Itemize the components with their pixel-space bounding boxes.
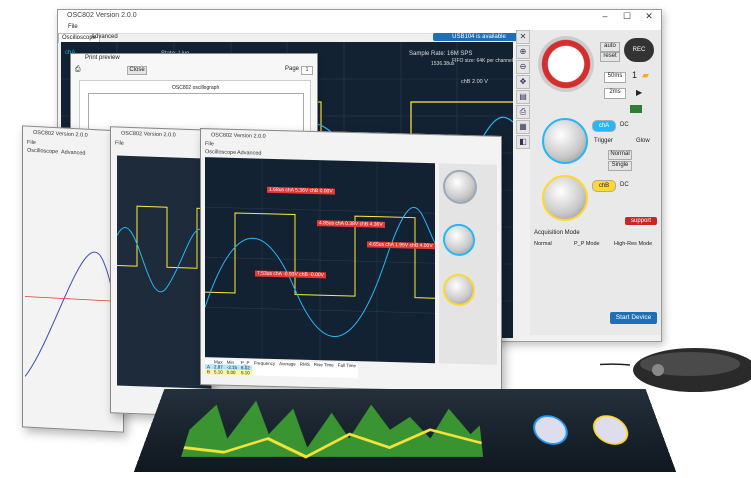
- window-title: OSC802 Version 2.0.0: [211, 132, 266, 140]
- timebase-knob[interactable]: [538, 36, 594, 92]
- acq-pp-radio[interactable]: P_P Mode: [574, 241, 600, 247]
- small1-plot: [25, 251, 121, 377]
- reset-button[interactable]: reset: [600, 52, 620, 62]
- window-maximize-icon[interactable]: ☐: [616, 10, 638, 23]
- menu-file[interactable]: File: [68, 24, 78, 30]
- chb-button[interactable]: chB: [592, 180, 616, 192]
- glow-checkbox[interactable]: Glow: [636, 138, 650, 144]
- meas-header: Rise Time: [313, 362, 334, 368]
- cha-button[interactable]: chA: [592, 120, 616, 132]
- menu-file[interactable]: File: [27, 140, 36, 146]
- fifo-text: FIFO size: 64K per channel: [452, 58, 513, 64]
- small2-scope: [116, 155, 212, 389]
- measurement-table: Max Min P_P Frequency Average RMS Rise T…: [205, 359, 359, 379]
- play-icon[interactable]: ▶: [636, 88, 642, 97]
- tab-advanced[interactable]: Advanced: [61, 149, 85, 156]
- meas-header: Fall Time: [337, 362, 357, 369]
- open-folder-icon[interactable]: ▰: [642, 70, 649, 81]
- rec-button[interactable]: REC: [624, 38, 654, 62]
- meas-header: Frequency: [253, 360, 276, 367]
- window-title: OSC802 Version 2.0.0: [33, 129, 88, 139]
- front-cha-knob[interactable]: [443, 223, 475, 257]
- window-title: OSC802 Version 2.0.0: [121, 130, 176, 139]
- sample-rate-text: Sample Rate: 16M SPS: [409, 51, 473, 57]
- zoom-in-icon[interactable]: ⊕: [516, 45, 530, 59]
- print-icon[interactable]: ⎙: [75, 66, 81, 74]
- vertical-toolbar: ✕ ⊕ ⊖ ✥ ▤ ⎙ ▦ ◧: [516, 30, 530, 180]
- tab-oscilloscope[interactable]: Oscilloscope: [27, 148, 58, 156]
- page-label: Page: [285, 66, 300, 72]
- tab-advanced[interactable]: Advanced: [237, 150, 261, 157]
- counter-value: 1: [632, 70, 638, 80]
- meas-header: Average: [279, 361, 296, 367]
- chb-marker: chB 2.00 V: [461, 79, 488, 85]
- acq-highres-radio[interactable]: High-Res Mode: [614, 241, 652, 247]
- front-control-panel: [439, 163, 497, 365]
- meas-cell: B: [207, 369, 211, 375]
- window-minimize-icon[interactable]: –: [594, 10, 616, 23]
- acquisition-mode-title: Acquisition Mode: [534, 230, 580, 236]
- front-chb-knob[interactable]: [443, 273, 475, 307]
- status-indicator: [630, 105, 642, 113]
- chb-volts-knob[interactable]: [542, 175, 588, 221]
- pan-icon[interactable]: ✥: [516, 75, 530, 89]
- dc-b-label[interactable]: DC: [620, 182, 629, 188]
- menu-file[interactable]: File: [115, 140, 124, 146]
- menu-file[interactable]: File: [205, 141, 214, 147]
- auto-button[interactable]: auto: [600, 42, 620, 52]
- timebase-select[interactable]: 50ms: [604, 72, 626, 83]
- zoom-in-icon[interactable]: ✕: [516, 30, 530, 44]
- usb-status-badge: USB104 is available: [433, 33, 525, 41]
- page-input[interactable]: 1: [301, 66, 313, 75]
- front-scope[interactable]: 1.68us chA 5.36V chB 0.00V 4.85us chA 0.…: [204, 157, 436, 364]
- preview-chart-title: OSC802 oscillograph: [172, 85, 220, 91]
- window-front: OSC802 Version 2.0.0 File Oscilloscope A…: [200, 128, 502, 393]
- tilted-screen-waveform: [134, 400, 677, 472]
- start-device-button[interactable]: Start Device: [610, 312, 657, 324]
- window-small-1: OSC802 Version 2.0.0 File Oscilloscope A…: [22, 125, 124, 433]
- zoom-out-icon[interactable]: ⊖: [516, 60, 530, 74]
- print-preview-title: Print preview: [85, 55, 120, 61]
- mouse-icon: [600, 348, 751, 392]
- print-icon[interactable]: ⎙: [516, 105, 530, 119]
- time-marker: 1536.38us: [431, 61, 455, 67]
- window-close-icon[interactable]: ✕: [638, 10, 660, 23]
- control-panel: auto reset REC 50ms 2ms 1 ▰ ▶ chA DC Tri…: [530, 30, 661, 335]
- image-icon[interactable]: ◧: [516, 135, 530, 149]
- front-timebase-knob[interactable]: [443, 169, 477, 205]
- trigger-checkbox[interactable]: Trigger: [594, 138, 613, 144]
- single-button[interactable]: Single: [608, 161, 632, 171]
- meas-cell: 5.10: [241, 370, 250, 376]
- cha-volts-knob[interactable]: [542, 118, 588, 164]
- dc-a-label[interactable]: DC: [620, 122, 629, 128]
- tilted-screen: [133, 388, 677, 473]
- meas-cell: 5.10: [214, 369, 223, 375]
- meas-cell: 0.00: [226, 369, 236, 375]
- table-row: B 5.10 0.00 5.10: [205, 369, 359, 379]
- normal-button[interactable]: Normal: [608, 150, 632, 160]
- save-icon[interactable]: ▤: [516, 90, 530, 104]
- tab-bar: Oscilloscope Advanced USB104 is availabl…: [58, 33, 528, 43]
- timebase2-select[interactable]: 2ms: [604, 88, 626, 99]
- support-button[interactable]: support: [625, 217, 657, 225]
- tab-advanced[interactable]: Advanced: [88, 33, 121, 42]
- acq-normal-radio[interactable]: Normal: [534, 241, 552, 247]
- tab-oscilloscope[interactable]: Oscilloscope: [205, 149, 236, 156]
- window-small-2: OSC802 Version 2.0.0 File: [110, 126, 212, 417]
- close-button[interactable]: Close: [127, 66, 147, 75]
- window-title: OSC802 Version 2.0.0: [67, 12, 137, 19]
- title-bar: OSC802 Version 2.0.0 – ☐ ✕: [58, 10, 661, 23]
- image-icon[interactable]: ▦: [516, 120, 530, 134]
- meas-header: RMS: [299, 361, 310, 367]
